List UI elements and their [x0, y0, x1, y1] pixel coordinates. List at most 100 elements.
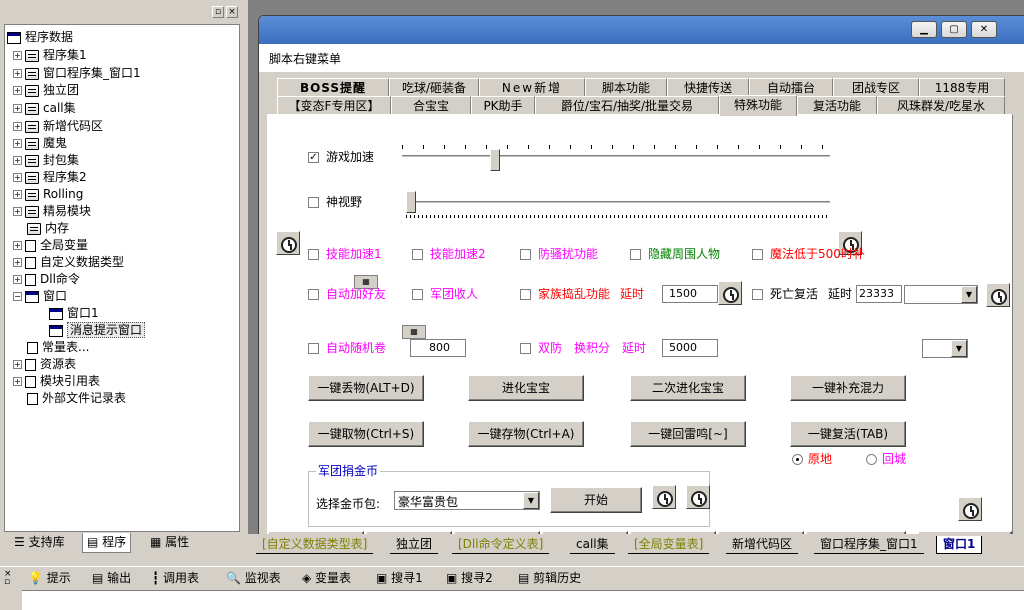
view-slider[interactable]	[406, 191, 830, 218]
tree-item[interactable]: + 程序集1	[13, 47, 87, 64]
package-combo[interactable]: 豪华富贵包 ▼	[394, 491, 540, 510]
expand-icon[interactable]: +	[13, 275, 22, 284]
tree-item[interactable]: − 窗口	[13, 288, 67, 305]
tree-item[interactable]: + call集	[13, 100, 76, 117]
timer-icon[interactable]	[986, 283, 1010, 307]
doctab-dll[interactable]: [Dll命令定义表]	[452, 536, 550, 554]
tab-merge-pet[interactable]: 合宝宝	[391, 96, 471, 115]
maximize-button[interactable]: ▢	[941, 21, 967, 38]
tree-item[interactable]: + 资源表	[13, 356, 76, 373]
tab-wind[interactable]: 风珠群发/吃星水	[877, 96, 1005, 115]
timer-icon[interactable]	[652, 485, 676, 509]
timer-icon[interactable]	[958, 497, 982, 521]
tab-trade[interactable]: 爵位/宝石/抽奖/批量交易	[535, 96, 719, 115]
tree-item-selected[interactable]: 消息提示窗口	[49, 322, 146, 339]
tree-item[interactable]: + 全局变量	[13, 237, 88, 254]
chevron-down-icon[interactable]: ▼	[961, 286, 977, 303]
doctab-window1[interactable]: 窗口1	[936, 536, 983, 554]
tree-item[interactable]: + 精易模块	[13, 203, 91, 220]
tree-item[interactable]: + 魔鬼	[13, 135, 67, 152]
tab-1188[interactable]: 1188专用	[919, 78, 1005, 97]
doctab-new-code[interactable]: 新增代码区	[726, 536, 799, 554]
doctab-globals[interactable]: [全局变量表]	[628, 536, 710, 554]
expand-icon[interactable]: +	[13, 258, 22, 267]
tree-item[interactable]: + Rolling	[13, 186, 83, 203]
skill-speed1-checkbox[interactable]	[308, 249, 319, 260]
god-view-checkbox[interactable]	[308, 197, 319, 208]
doctab-dulituan[interactable]: 独立团	[390, 536, 439, 554]
menu-right-click[interactable]: 脚本右键菜单	[269, 50, 341, 67]
revive-combo[interactable]: ▼	[904, 285, 978, 304]
expand-icon[interactable]: +	[13, 104, 22, 113]
expand-icon[interactable]: +	[13, 139, 22, 148]
hide-people-checkbox[interactable]	[630, 249, 641, 260]
family-delay-input[interactable]: 1500	[662, 285, 718, 303]
tree-item[interactable]: 常量表...	[27, 339, 89, 356]
exchange-delay-input[interactable]: 5000	[662, 339, 718, 357]
doctab-datatype[interactable]: [自定义数据类型表]	[256, 536, 374, 554]
tab-pk[interactable]: PK助手	[471, 96, 535, 115]
doctab-call[interactable]: call集	[570, 536, 615, 554]
expand-icon[interactable]: +	[13, 156, 22, 165]
form-titlebar[interactable]: ▁ ▢ ✕	[259, 16, 1024, 44]
close-button[interactable]: ✕	[971, 21, 997, 38]
anti-interfere-checkbox[interactable]	[520, 249, 531, 260]
tab-support-lib[interactable]: ☰ 支持库	[10, 533, 69, 553]
expand-icon[interactable]: +	[13, 241, 22, 250]
evolve-pet-button[interactable]: 进化宝宝	[468, 375, 584, 401]
tree-item[interactable]: + 窗口程序集_窗口1	[13, 65, 141, 82]
radio-here[interactable]	[792, 454, 803, 465]
tab-new[interactable]: New新增	[479, 78, 585, 97]
tree-item[interactable]: + 封包集	[13, 152, 79, 169]
chevron-down-icon[interactable]: ▼	[523, 492, 539, 509]
evolve-pet-2-button[interactable]: 二次进化宝宝	[630, 375, 746, 401]
tab-team[interactable]: 团战专区	[833, 78, 919, 97]
revive-delay-input[interactable]: 23333	[856, 285, 902, 303]
output-tab-variables[interactable]: ◈ 变量表	[302, 570, 351, 586]
refill-button[interactable]: 一键补充混力	[790, 375, 906, 401]
tree-item[interactable]: 内存	[27, 220, 69, 237]
slider-thumb[interactable]	[406, 191, 416, 213]
speed-slider[interactable]	[402, 145, 830, 171]
output-tab-output[interactable]: ▤ 输出	[92, 570, 131, 586]
output-tab-search2[interactable]: ▣ 搜寻2	[446, 570, 493, 586]
auto-friend-checkbox[interactable]	[308, 289, 319, 300]
output-area[interactable]	[22, 590, 1024, 610]
timer-icon[interactable]	[718, 281, 742, 305]
tab-f-area[interactable]: 【变态F专用区】	[277, 96, 391, 115]
minimize-button[interactable]: ▁	[911, 21, 937, 38]
doctab-window-module[interactable]: 窗口程序集_窗口1	[814, 536, 924, 554]
tree-item[interactable]: + 模块引用表	[13, 373, 100, 390]
store-items-button[interactable]: 一键存物(Ctrl+A)	[468, 421, 584, 447]
panel-close-button[interactable]: ×	[226, 6, 238, 18]
skill-speed2-checkbox[interactable]	[412, 249, 423, 260]
panel-restore-button[interactable]: ▫	[212, 6, 224, 18]
tree-root[interactable]: 程序数据	[7, 29, 73, 46]
expand-icon[interactable]: +	[13, 190, 22, 199]
output-tab-calltable[interactable]: ┇ 调用表	[152, 570, 199, 586]
mana-low-checkbox[interactable]	[752, 249, 763, 260]
collapse-icon[interactable]: −	[13, 292, 22, 301]
output-tab-clipboard[interactable]: ▤ 剪辑历史	[518, 570, 581, 586]
tab-boss[interactable]: BOSS提醒	[277, 78, 389, 97]
timer-icon[interactable]	[686, 485, 710, 509]
tree-item[interactable]: 窗口1	[49, 305, 99, 322]
timer-icon[interactable]	[276, 231, 300, 255]
output-tab-search1[interactable]: ▣ 搜寻1	[376, 570, 423, 586]
output-tab-hint[interactable]: 💡 提示	[28, 570, 71, 586]
auto-scroll-checkbox[interactable]	[308, 343, 319, 354]
family-chaos-checkbox[interactable]	[520, 289, 531, 300]
tab-properties[interactable]: ▦ 属性	[146, 533, 193, 553]
tree-item[interactable]: + Dll命令	[13, 271, 80, 288]
expand-icon[interactable]: +	[13, 377, 22, 386]
expand-icon[interactable]: +	[13, 122, 22, 131]
revive-button[interactable]: 一键复活(TAB)	[790, 421, 906, 447]
tree-item[interactable]: + 新增代码区	[13, 118, 103, 135]
tree-item[interactable]: + 自定义数据类型	[13, 254, 124, 271]
chevron-down-icon[interactable]: ▼	[951, 340, 967, 357]
output-close-icon[interactable]: × ▫	[4, 570, 12, 587]
tab-program[interactable]: ▤ 程序	[82, 533, 132, 553]
tree-item[interactable]: + 程序集2	[13, 169, 87, 186]
game-speed-checkbox[interactable]: ✓	[308, 152, 319, 163]
thunder-button[interactable]: 一键回雷鸣[~]	[630, 421, 746, 447]
